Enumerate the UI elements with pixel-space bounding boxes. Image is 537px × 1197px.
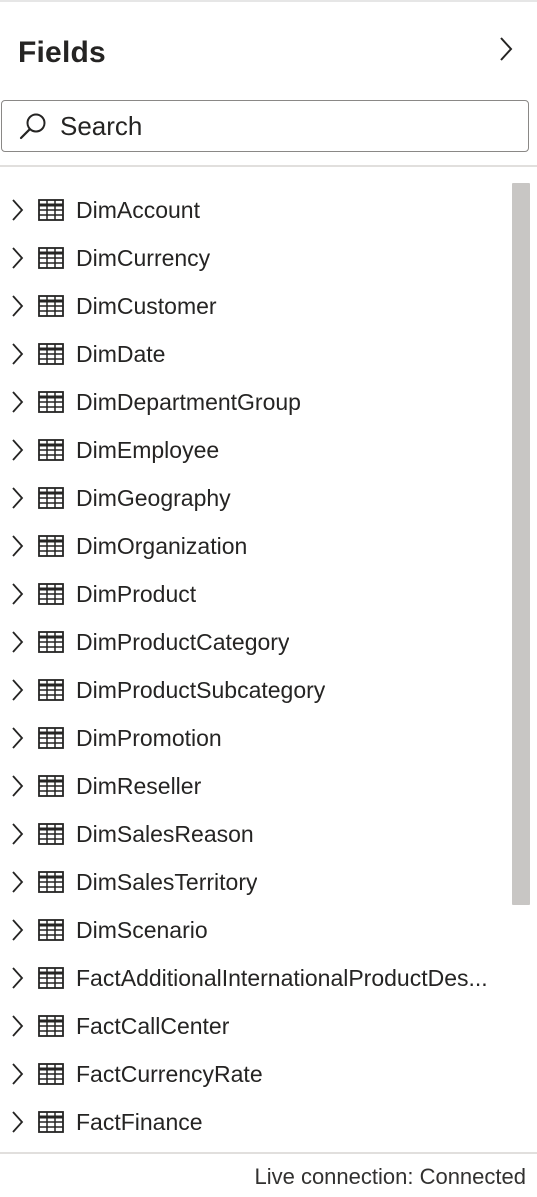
collapse-pane-button[interactable] — [492, 32, 520, 66]
table-row[interactable]: DimProductSubcategory — [0, 666, 510, 714]
pane-header: Fields — [0, 2, 537, 98]
table-icon — [38, 1111, 64, 1133]
table-row[interactable]: DimDate — [0, 330, 510, 378]
chevron-right-icon[interactable] — [10, 822, 28, 846]
table-name: DimReseller — [76, 772, 202, 799]
table-row[interactable]: FactCurrencyRate — [0, 1050, 510, 1098]
table-name: DimCustomer — [76, 292, 217, 319]
table-name: FactFinance — [76, 1108, 203, 1135]
table-icon — [38, 1015, 64, 1037]
table-icon — [38, 967, 64, 989]
table-name: DimDepartmentGroup — [76, 388, 301, 415]
chevron-right-icon[interactable] — [10, 342, 28, 366]
divider — [0, 1152, 537, 1154]
table-row[interactable]: DimProduct — [0, 570, 510, 618]
table-name: DimOrganization — [76, 532, 248, 559]
table-row[interactable]: DimReseller — [0, 762, 510, 810]
table-name: DimSalesReason — [76, 820, 254, 847]
chevron-right-icon[interactable] — [10, 966, 28, 990]
chevron-right-icon — [500, 37, 513, 61]
table-name: DimScenario — [76, 916, 208, 943]
table-name: DimProduct — [76, 580, 197, 607]
chevron-right-icon[interactable] — [10, 390, 28, 414]
table-icon — [38, 631, 64, 653]
table-row[interactable]: DimOrganization — [0, 522, 510, 570]
table-row[interactable]: DimPromotion — [0, 714, 510, 762]
table-icon — [38, 727, 64, 749]
table-name: DimEmployee — [76, 436, 220, 463]
table-row[interactable]: DimScenario — [0, 906, 510, 954]
chevron-right-icon[interactable] — [10, 246, 28, 270]
table-row[interactable]: DimSalesTerritory — [0, 858, 510, 906]
table-row[interactable]: DimGeography — [0, 474, 510, 522]
table-icon — [38, 583, 64, 605]
chevron-right-icon[interactable] — [10, 1062, 28, 1086]
chevron-right-icon[interactable] — [10, 534, 28, 558]
fields-pane: Fields DimAccountDimCurrencyDimCustomerD… — [0, 0, 537, 1197]
table-row[interactable]: FactAdditionalInternationalProductDes... — [0, 954, 510, 1002]
table-name: DimDate — [76, 340, 166, 367]
table-icon — [38, 439, 64, 461]
table-row[interactable]: FactFinance — [0, 1098, 510, 1146]
table-row[interactable]: DimProductCategory — [0, 618, 510, 666]
chevron-right-icon[interactable] — [10, 1014, 28, 1038]
pane-title: Fields — [18, 36, 106, 69]
chevron-right-icon[interactable] — [10, 630, 28, 654]
table-list: DimAccount DimCurrency DimCustomer DimDate D… — [0, 186, 510, 1146]
table-row[interactable]: DimAccount — [0, 186, 510, 234]
chevron-right-icon[interactable] — [10, 870, 28, 894]
table-name: DimAccount — [76, 196, 200, 223]
table-row[interactable]: FactCallCenter — [0, 1002, 510, 1050]
scrollbar-thumb[interactable] — [512, 183, 530, 905]
table-name: FactAdditionalInternationalProductDes... — [76, 964, 488, 991]
table-icon — [38, 919, 64, 941]
chevron-right-icon[interactable] — [10, 1110, 28, 1134]
chevron-right-icon[interactable] — [10, 486, 28, 510]
table-name: DimProductSubcategory — [76, 676, 326, 703]
table-name: DimProductCategory — [76, 628, 290, 655]
table-name: DimGeography — [76, 484, 231, 511]
table-icon — [38, 343, 64, 365]
chevron-right-icon[interactable] — [10, 678, 28, 702]
table-icon — [38, 871, 64, 893]
search-input[interactable] — [60, 110, 500, 142]
table-row[interactable]: DimSalesReason — [0, 810, 510, 858]
table-icon — [38, 247, 64, 269]
connection-status: Live connection: Connected — [254, 1164, 526, 1189]
table-icon — [38, 535, 64, 557]
table-name: DimPromotion — [76, 724, 222, 751]
divider — [0, 165, 537, 167]
table-name: DimCurrency — [76, 244, 211, 271]
table-icon — [38, 679, 64, 701]
table-row[interactable]: DimDepartmentGroup — [0, 378, 510, 426]
table-name: FactCallCenter — [76, 1012, 230, 1039]
table-name: FactCurrencyRate — [76, 1060, 263, 1087]
table-icon — [38, 295, 64, 317]
table-icon — [38, 391, 64, 413]
chevron-right-icon[interactable] — [10, 918, 28, 942]
table-icon — [38, 823, 64, 845]
table-icon — [38, 775, 64, 797]
search-icon — [18, 111, 48, 141]
table-name: DimSalesTerritory — [76, 868, 258, 895]
table-row[interactable]: DimCustomer — [0, 282, 510, 330]
chevron-right-icon[interactable] — [10, 198, 28, 222]
chevron-right-icon[interactable] — [10, 726, 28, 750]
table-icon — [38, 199, 64, 221]
table-row[interactable]: DimCurrency — [0, 234, 510, 282]
chevron-right-icon[interactable] — [10, 774, 28, 798]
chevron-right-icon[interactable] — [10, 438, 28, 462]
search-box[interactable] — [1, 100, 529, 152]
chevron-right-icon[interactable] — [10, 582, 28, 606]
table-icon — [38, 1063, 64, 1085]
chevron-right-icon[interactable] — [10, 294, 28, 318]
scrollbar[interactable] — [512, 183, 530, 905]
table-row[interactable]: DimEmployee — [0, 426, 510, 474]
table-icon — [38, 487, 64, 509]
